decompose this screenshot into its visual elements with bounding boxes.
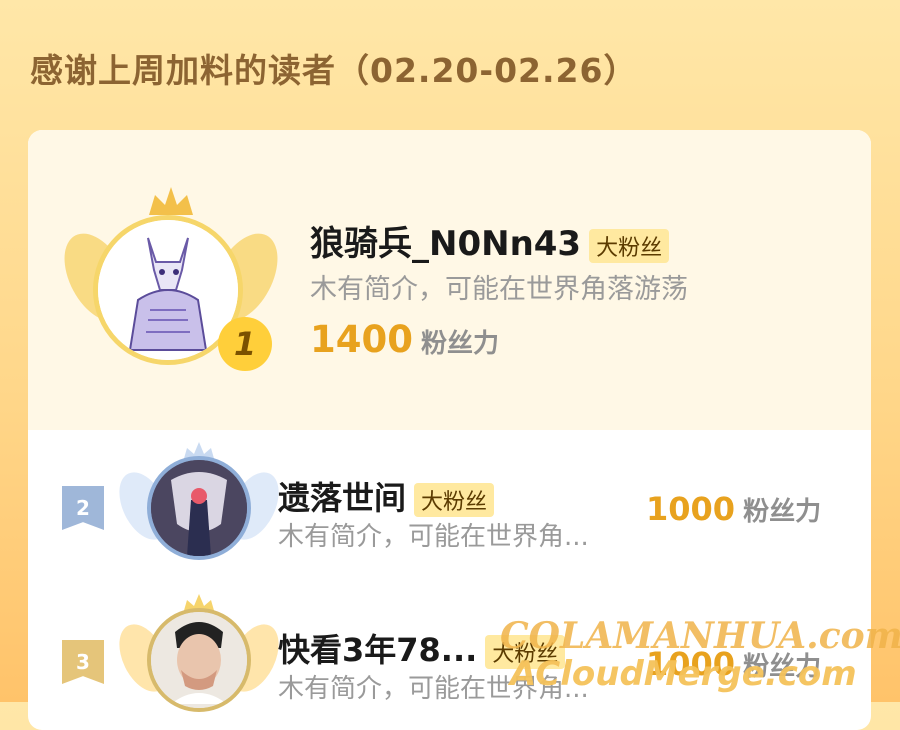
reader-2-score: 1000 粉丝力 <box>646 490 821 528</box>
rank-2-avatar-group[interactable] <box>109 440 289 572</box>
watermark-logo: COLAMANHUA.com <box>500 615 900 657</box>
reader-name-text: 狼骑兵_N0Nn43 <box>310 224 582 264</box>
rank-3-badge: 3 <box>62 640 104 684</box>
score-unit: 粉丝力 <box>743 497 822 527</box>
rank-number: 3 <box>76 650 90 674</box>
crown-icon <box>149 187 193 215</box>
rank-1-avatar-group[interactable]: 1 <box>50 185 292 375</box>
rank-3-avatar-group[interactable] <box>109 592 289 724</box>
rank-number: 1 <box>233 325 257 363</box>
fan-level-badge: 大粉丝 <box>589 228 670 263</box>
reader-name-text: 快看3年78... <box>278 631 478 669</box>
reader-avatar-photo <box>151 460 247 556</box>
wolf-avatar-illustration <box>98 220 238 360</box>
reader-2-name[interactable]: 遗落世间 大粉丝 <box>278 473 495 519</box>
fan-level-badge: 大粉丝 <box>414 483 495 517</box>
score-value: 1400 <box>310 318 413 361</box>
score-value: 1000 <box>646 490 736 528</box>
reader-avatar-photo <box>151 612 247 708</box>
rank-1-badge: 1 <box>218 317 272 371</box>
watermark-logo: ACloudMerge.com <box>510 654 857 694</box>
reader-1-score: 1400 粉丝力 <box>310 318 499 361</box>
avatar[interactable] <box>147 608 251 712</box>
reader-2-description: 木有简介，可能在世界角... <box>278 522 589 552</box>
avatar[interactable] <box>147 456 251 560</box>
rank-number: 2 <box>76 496 90 520</box>
rank-2-badge: 2 <box>62 486 104 530</box>
reader-1-name[interactable]: 狼骑兵_N0Nn43 大粉丝 <box>310 216 670 265</box>
page-title: 感谢上周加料的读者（02.20-02.26） <box>30 51 638 90</box>
reader-1-description: 木有简介，可能在世界角落游荡 <box>310 274 688 305</box>
reader-name-text: 遗落世间 <box>278 479 407 517</box>
score-unit: 粉丝力 <box>420 329 499 359</box>
